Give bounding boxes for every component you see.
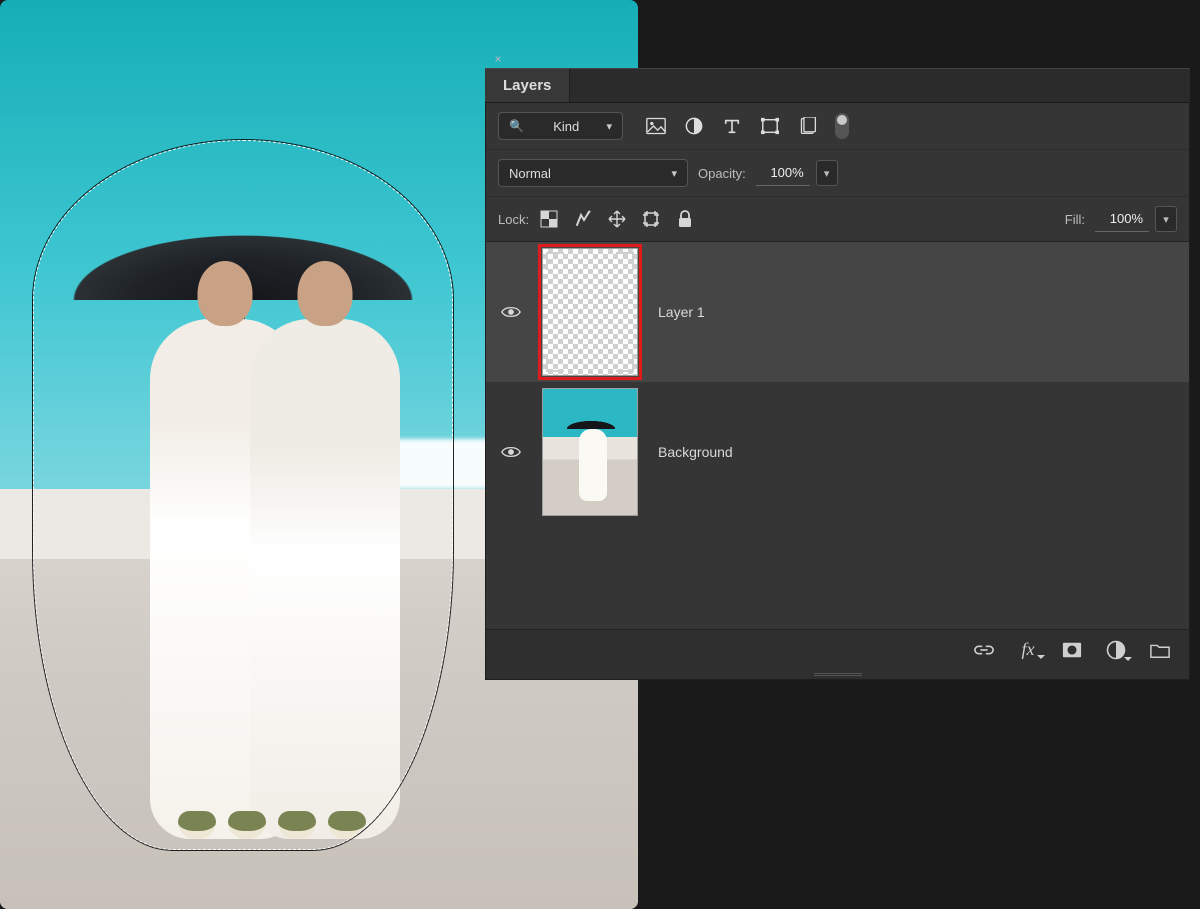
- visibility-toggle-icon[interactable]: [500, 305, 522, 319]
- layer-effects-icon[interactable]: fx: [1017, 639, 1039, 661]
- layer-filter-row: 🔍 Kind ▾: [486, 103, 1189, 150]
- fill-label: Fill:: [1065, 212, 1085, 227]
- layer-thumbnail[interactable]: [542, 248, 638, 376]
- image-icon[interactable]: [645, 117, 667, 135]
- panel-resize-grip[interactable]: [486, 669, 1189, 679]
- layers-panel: × Layers 🔍 Kind ▾: [485, 50, 1190, 680]
- chevron-down-icon: ▾: [606, 120, 612, 133]
- layer-row[interactable]: Background: [486, 382, 1189, 522]
- visibility-toggle-icon[interactable]: [500, 445, 522, 459]
- blend-mode-select[interactable]: Normal ▾: [498, 159, 688, 187]
- chevron-down-icon: ▾: [671, 167, 677, 180]
- lock-image-pixels-icon[interactable]: [573, 209, 593, 229]
- panel-title-bar[interactable]: ×: [485, 50, 1190, 68]
- blend-mode-value: Normal: [509, 166, 551, 181]
- panel-tab-row: Layers: [485, 68, 1190, 103]
- lock-all-icon[interactable]: [675, 209, 695, 229]
- blend-opacity-row: Normal ▾ Opacity: 100% ▾: [486, 150, 1189, 197]
- layer-thumbnail[interactable]: [542, 388, 638, 516]
- new-group-icon[interactable]: [1149, 639, 1171, 661]
- opacity-label: Opacity:: [698, 166, 746, 181]
- new-adjustment-layer-icon[interactable]: [1105, 639, 1127, 661]
- close-icon[interactable]: ×: [491, 53, 505, 65]
- opacity-value-input[interactable]: 100%: [756, 160, 810, 186]
- lock-position-icon[interactable]: [607, 209, 627, 229]
- type-icon[interactable]: [721, 117, 743, 135]
- fill-flyout-button[interactable]: ▾: [1155, 206, 1177, 232]
- lock-transparent-pixels-icon[interactable]: [539, 209, 559, 229]
- filter-toggle-icon[interactable]: [835, 113, 849, 139]
- opacity-flyout-button[interactable]: ▾: [816, 160, 838, 186]
- search-icon: 🔍: [509, 119, 524, 133]
- add-mask-icon[interactable]: [1061, 639, 1083, 661]
- lock-fill-row: Lock: Fill: 1: [486, 197, 1189, 242]
- link-layers-icon[interactable]: [973, 639, 995, 661]
- prevent-artboard-nesting-icon[interactable]: [641, 209, 661, 229]
- tab-layers[interactable]: Layers: [485, 69, 570, 102]
- layer-filter-kind-select[interactable]: 🔍 Kind ▾: [498, 112, 623, 140]
- fill-value-input[interactable]: 100%: [1095, 206, 1149, 232]
- layer-panel-footer: fx: [486, 629, 1189, 669]
- smart-object-icon[interactable]: [797, 117, 819, 135]
- layer-name-label[interactable]: Background: [658, 444, 733, 460]
- filter-kind-label: Kind: [553, 119, 579, 134]
- adjustment-icon[interactable]: [683, 117, 705, 135]
- lock-label: Lock:: [498, 212, 529, 227]
- layer-name-label[interactable]: Layer 1: [658, 304, 705, 320]
- layer-list: Layer 1 Background: [486, 242, 1189, 629]
- layer-row[interactable]: Layer 1: [486, 242, 1189, 382]
- shape-icon[interactable]: [759, 117, 781, 135]
